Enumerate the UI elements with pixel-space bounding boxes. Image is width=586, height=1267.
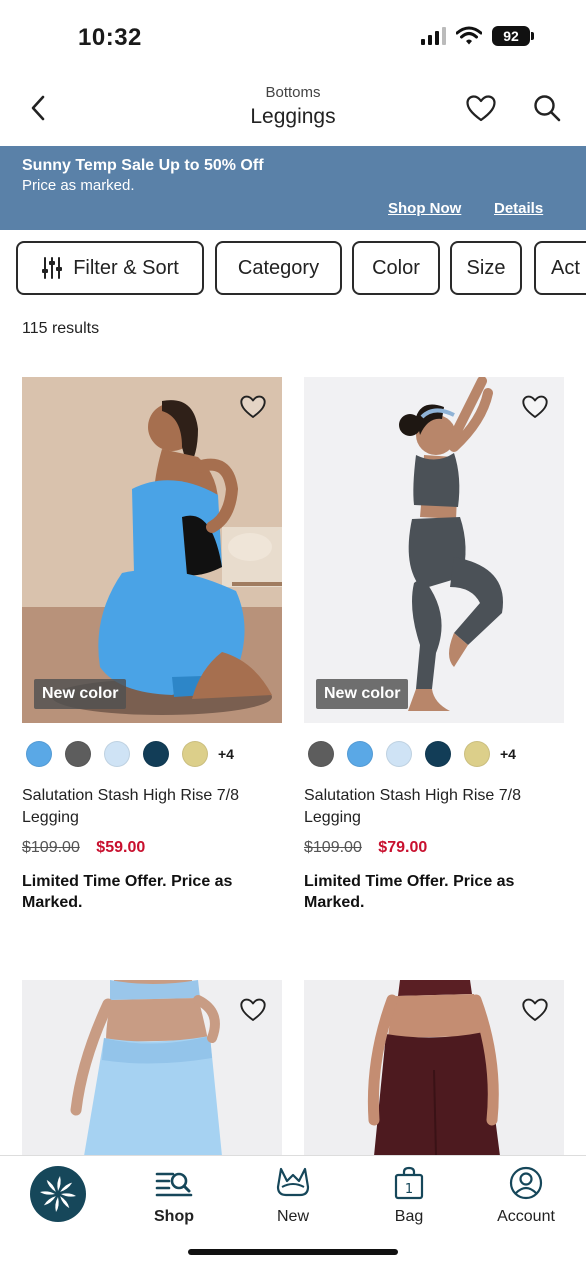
shop-search-icon bbox=[155, 1172, 193, 1197]
status-bar: 10:32 92 bbox=[0, 0, 586, 76]
offer-text: Limited Time Offer. Price as Marked. bbox=[22, 873, 233, 911]
color-swatch[interactable] bbox=[143, 741, 169, 767]
color-swatch[interactable] bbox=[347, 741, 373, 767]
color-swatch[interactable] bbox=[104, 741, 130, 767]
tab-bag-label: Bag bbox=[394, 1208, 424, 1225]
sale-price: $79.00 bbox=[378, 839, 428, 856]
cellular-signal-icon bbox=[421, 27, 446, 45]
filter-sort-label: Filter & Sort bbox=[73, 256, 179, 279]
sports-bra-icon bbox=[276, 1167, 310, 1197]
wifi-icon bbox=[456, 26, 482, 45]
sliders-icon bbox=[42, 257, 63, 279]
original-price: $109.00 bbox=[304, 839, 362, 856]
promo-title: Sunny Temp Sale Up to 50% Off bbox=[22, 157, 264, 174]
brand-logo-icon bbox=[40, 1176, 76, 1212]
color-swatch[interactable] bbox=[308, 741, 334, 767]
color-swatches: +4 bbox=[308, 741, 516, 767]
filter-chips: Filter & Sort Category Color Size Act bbox=[16, 241, 586, 297]
size-filter-chip[interactable]: Size bbox=[450, 241, 522, 295]
tab-account[interactable]: Account bbox=[476, 1164, 576, 1226]
color-swatch[interactable] bbox=[65, 741, 91, 767]
shop-now-link[interactable]: Shop Now bbox=[388, 200, 461, 217]
chevron-left-icon bbox=[31, 95, 45, 121]
product-image[interactable]: New color bbox=[22, 377, 282, 723]
favorite-button[interactable] bbox=[238, 996, 268, 1024]
heart-icon bbox=[522, 998, 548, 1021]
results-count: 115 results bbox=[22, 320, 100, 337]
promo-banner: Sunny Temp Sale Up to 50% Off Price as m… bbox=[0, 146, 586, 230]
top-nav-header: Bottoms Leggings bbox=[0, 76, 586, 146]
product-card[interactable] bbox=[304, 980, 564, 1155]
sale-price: $59.00 bbox=[96, 839, 146, 856]
color-swatch[interactable] bbox=[26, 741, 52, 767]
promo-subtitle: Price as marked. bbox=[22, 177, 135, 194]
favorite-button[interactable] bbox=[520, 393, 550, 421]
more-colors[interactable]: +4 bbox=[218, 746, 234, 762]
filter-sort-button[interactable]: Filter & Sort bbox=[16, 241, 204, 295]
product-image[interactable] bbox=[304, 980, 564, 1155]
category-filter-chip[interactable]: Category bbox=[215, 241, 342, 295]
battery-level: 92 bbox=[492, 26, 530, 46]
tab-new-label: New bbox=[276, 1208, 309, 1225]
color-swatch[interactable] bbox=[464, 741, 490, 767]
product-card[interactable] bbox=[22, 980, 282, 1155]
color-swatch[interactable] bbox=[386, 741, 412, 767]
battery-icon: 92 bbox=[492, 26, 534, 46]
account-icon bbox=[509, 1166, 543, 1200]
new-color-badge: New color bbox=[34, 679, 127, 709]
page-title: Leggings bbox=[250, 105, 336, 128]
page-breadcrumb: Bottoms bbox=[265, 84, 321, 101]
product-price: $109.00 $59.00 bbox=[22, 839, 145, 857]
tab-shop-label: Shop bbox=[154, 1208, 194, 1225]
home-indicator[interactable] bbox=[188, 1249, 398, 1255]
favorite-button[interactable] bbox=[238, 393, 268, 421]
product-name[interactable]: Salutation Stash High Rise 7/8 Legging bbox=[22, 785, 280, 829]
tab-account-label: Account bbox=[497, 1208, 555, 1225]
bag-count: 1 bbox=[405, 1182, 413, 1197]
header-titles: Bottoms Leggings bbox=[0, 84, 586, 129]
offer-text: Limited Time Offer. Price as Marked. bbox=[304, 873, 515, 911]
product-image[interactable]: New color bbox=[304, 377, 564, 723]
tab-bag[interactable]: 1 Bag bbox=[359, 1164, 459, 1226]
heart-icon bbox=[240, 998, 266, 1021]
favorites-button[interactable] bbox=[464, 92, 498, 124]
activity-filter-chip[interactable]: Act bbox=[534, 241, 586, 295]
heart-icon bbox=[466, 94, 496, 121]
more-colors[interactable]: +4 bbox=[500, 746, 516, 762]
color-swatch[interactable] bbox=[425, 741, 451, 767]
search-icon bbox=[534, 95, 561, 122]
status-time: 10:32 bbox=[78, 24, 142, 51]
product-name[interactable]: Salutation Stash High Rise 7/8 Legging bbox=[304, 785, 562, 829]
heart-icon bbox=[522, 395, 548, 418]
product-image[interactable] bbox=[22, 980, 282, 1155]
favorite-button[interactable] bbox=[520, 996, 550, 1024]
details-link[interactable]: Details bbox=[494, 200, 543, 217]
product-price: $109.00 $79.00 bbox=[304, 839, 427, 857]
status-icons: 92 bbox=[421, 26, 534, 46]
search-button[interactable] bbox=[530, 92, 564, 124]
brand-logo-home-button[interactable] bbox=[30, 1166, 86, 1222]
bag-icon: 1 bbox=[394, 1166, 424, 1200]
heart-icon bbox=[240, 395, 266, 418]
original-price: $109.00 bbox=[22, 839, 80, 856]
back-button[interactable] bbox=[22, 92, 54, 124]
color-swatch[interactable] bbox=[182, 741, 208, 767]
color-filter-chip[interactable]: Color bbox=[352, 241, 440, 295]
color-swatches: +4 bbox=[26, 741, 234, 767]
tab-new[interactable]: New bbox=[243, 1164, 343, 1226]
tab-shop[interactable]: Shop bbox=[124, 1164, 224, 1226]
new-color-badge: New color bbox=[316, 679, 409, 709]
